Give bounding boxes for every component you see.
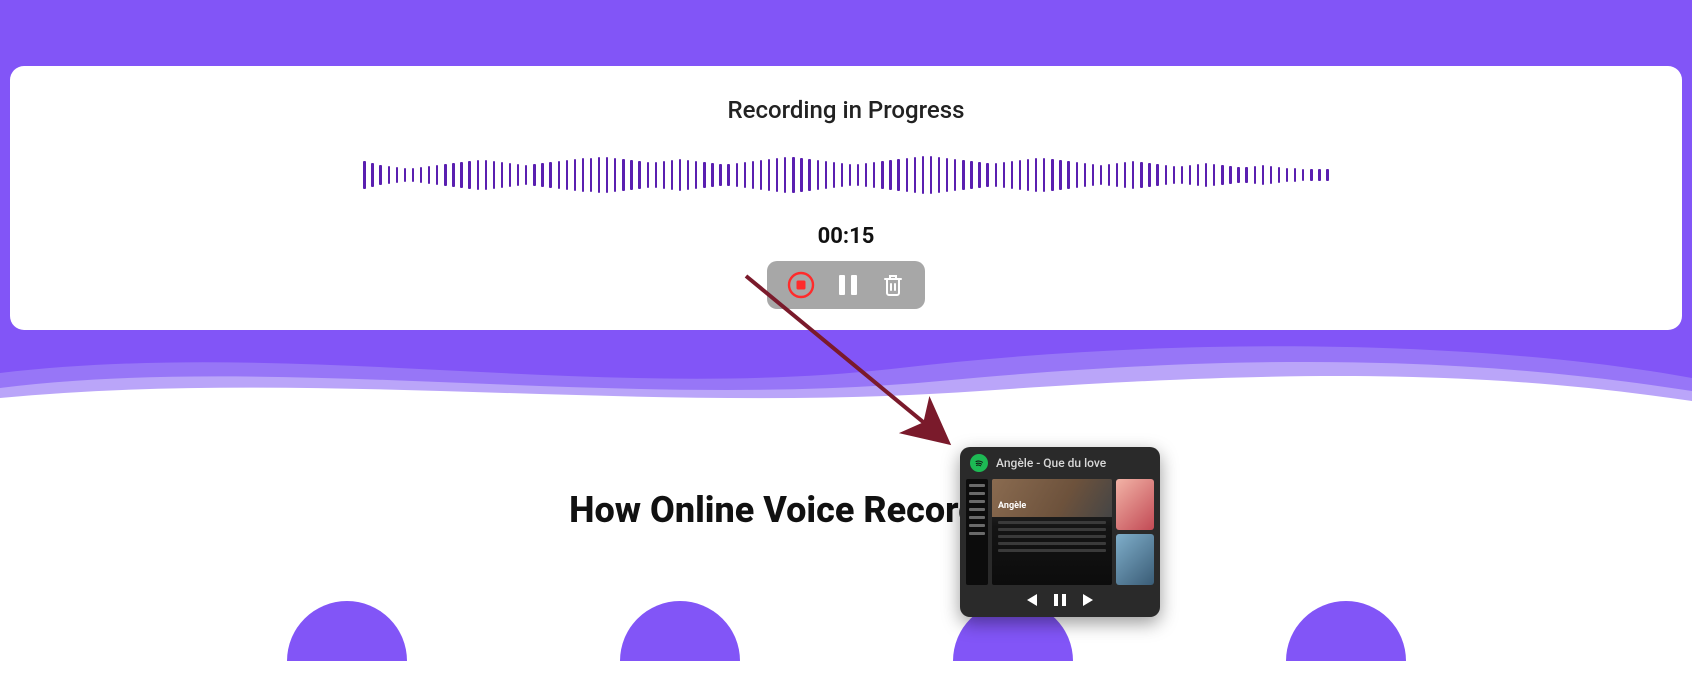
spotify-icon: [970, 454, 988, 472]
feature-circle: [1286, 601, 1406, 661]
media-popup[interactable]: Angèle - Que du love Angèle: [960, 447, 1160, 617]
recorder-card: Recording in Progress 00:15: [10, 66, 1682, 330]
media-popup-controls: [960, 585, 1160, 617]
media-popup-body: Angèle: [966, 479, 1154, 585]
feature-circles: [0, 601, 1692, 661]
stop-button[interactable]: [787, 271, 815, 299]
media-popup-right: [1116, 479, 1154, 585]
recorder-controls: [767, 261, 925, 309]
trash-icon: [881, 273, 905, 297]
skip-prev-icon: [1023, 593, 1039, 607]
recorder-title: Recording in Progress: [728, 96, 965, 124]
prev-track-button[interactable]: [1023, 593, 1039, 607]
media-popup-rows: [998, 521, 1106, 552]
media-popup-sidebar: [966, 479, 988, 585]
stop-record-icon: [787, 271, 815, 299]
media-popup-title: Angèle - Que du love: [996, 456, 1106, 470]
play-pause-button[interactable]: [1053, 593, 1067, 607]
feature-circle: [620, 601, 740, 661]
recorder-timer: 00:15: [818, 224, 875, 249]
media-popup-artist: Angèle: [998, 501, 1026, 511]
media-thumb: [1116, 534, 1154, 585]
pause-icon: [1053, 593, 1067, 607]
media-popup-hero: [992, 479, 1112, 517]
media-popup-header: Angèle - Que du love: [960, 447, 1160, 479]
feature-circle: [287, 601, 407, 661]
section-heading: How Online Voice Recorder Works: [0, 489, 1692, 531]
next-track-button[interactable]: [1081, 593, 1097, 607]
media-thumb: [1116, 479, 1154, 530]
wave-divider: [0, 333, 1692, 408]
media-popup-main: Angèle: [992, 479, 1112, 585]
skip-next-icon: [1081, 593, 1097, 607]
pause-icon: [837, 273, 859, 297]
hero-band: Recording in Progress 00:15: [0, 0, 1692, 407]
waveform: [363, 150, 1328, 200]
pause-button[interactable]: [837, 273, 859, 297]
delete-button[interactable]: [881, 273, 905, 297]
